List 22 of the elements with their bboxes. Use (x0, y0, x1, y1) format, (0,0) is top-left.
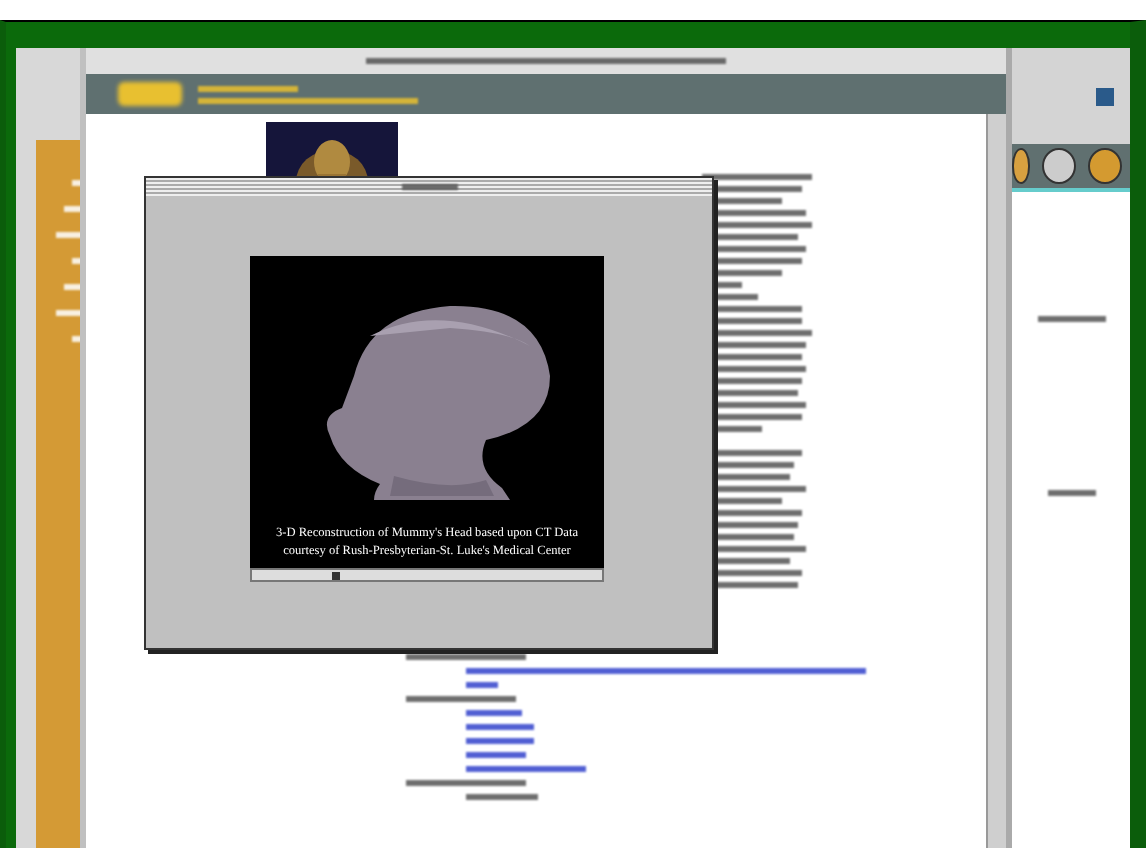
scrollbar[interactable] (986, 114, 1006, 848)
blurred-text (466, 766, 586, 772)
blurred-text (466, 682, 498, 688)
logo-icon (118, 82, 182, 106)
blurred-text (466, 710, 522, 716)
blurred-text (702, 174, 812, 180)
blurred-text (406, 654, 526, 660)
blurred-text (401, 184, 457, 190)
toolbar-icon[interactable] (1012, 148, 1031, 184)
movie-controller[interactable] (250, 568, 604, 582)
blurred-text (198, 85, 298, 91)
blurred-text (406, 696, 516, 702)
blurred-text (1047, 490, 1095, 496)
toolbar-icon[interactable] (1088, 148, 1122, 184)
toolbar-icon[interactable] (1096, 87, 1114, 105)
blurred-text (466, 752, 526, 758)
blurred-text (466, 724, 534, 730)
blurred-text (406, 780, 526, 786)
blurred-text (466, 738, 534, 744)
toolbar-icon[interactable] (1042, 148, 1077, 184)
blurred-text (466, 794, 538, 800)
blurred-text (1037, 316, 1105, 322)
